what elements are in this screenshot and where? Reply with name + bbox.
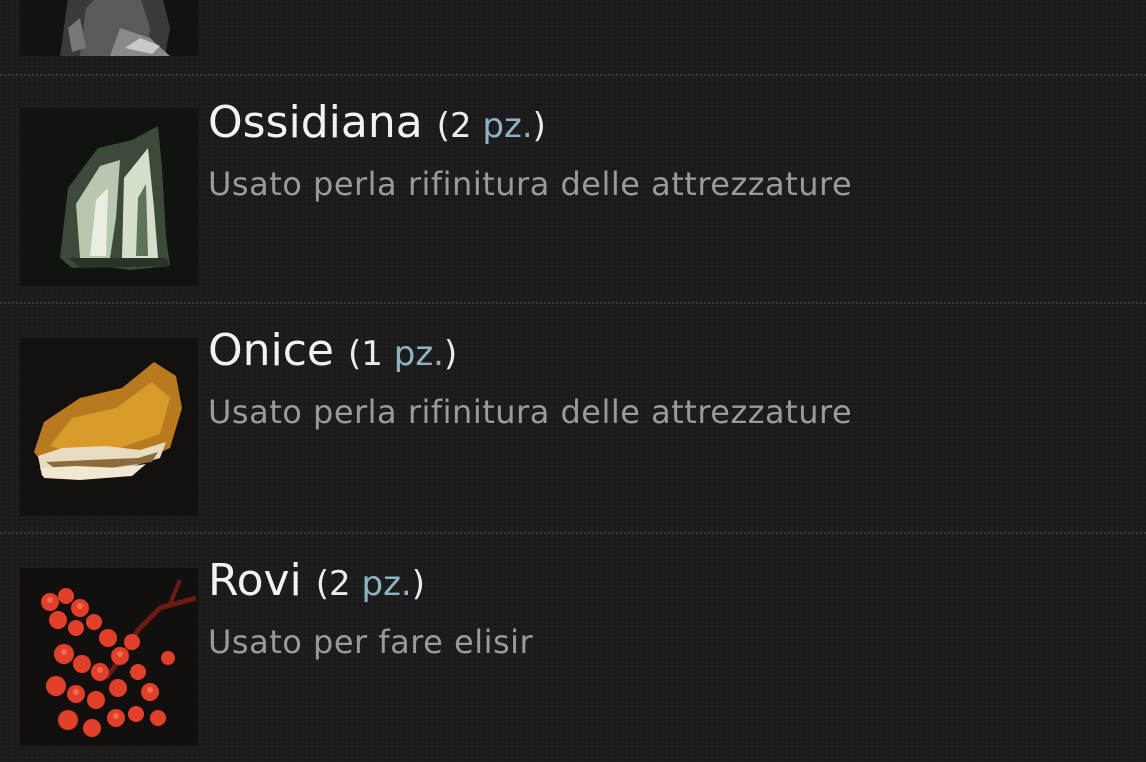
item-description: Usato perla rifinitura delle attrezzatur…: [208, 393, 853, 431]
list-item[interactable]: [0, 0, 1146, 58]
item-name: Onice: [208, 325, 335, 376]
item-quantity: (2 pz.): [436, 106, 546, 146]
item-name: Ossidiana: [208, 97, 423, 148]
item-quantity: (2 pz.): [315, 564, 426, 604]
onyx-icon: [20, 338, 198, 516]
item-quantity: (1 pz.): [348, 334, 458, 374]
list-item[interactable]: Rovi (2 pz.) Usato per fare elisir: [0, 534, 1146, 762]
obsidian-icon: [20, 108, 198, 286]
item-title: Onice (1 pz.): [208, 326, 457, 379]
item-title: Ossidiana (2 pz.): [208, 98, 546, 151]
item-description: Usato perla rifinitura delle attrezzatur…: [208, 165, 853, 203]
item-title: Rovi (2 pz.): [208, 556, 425, 609]
list-item[interactable]: Onice (1 pz.) Usato perla rifinitura del…: [0, 304, 1146, 532]
item-description: Usato per fare elisir: [208, 623, 534, 661]
list-item[interactable]: Ossidiana (2 pz.) Usato perla rifinitura…: [0, 76, 1146, 304]
brambles-icon: [20, 568, 198, 746]
item-name: Rovi: [208, 555, 302, 606]
dark-stone-icon: [20, 0, 198, 56]
